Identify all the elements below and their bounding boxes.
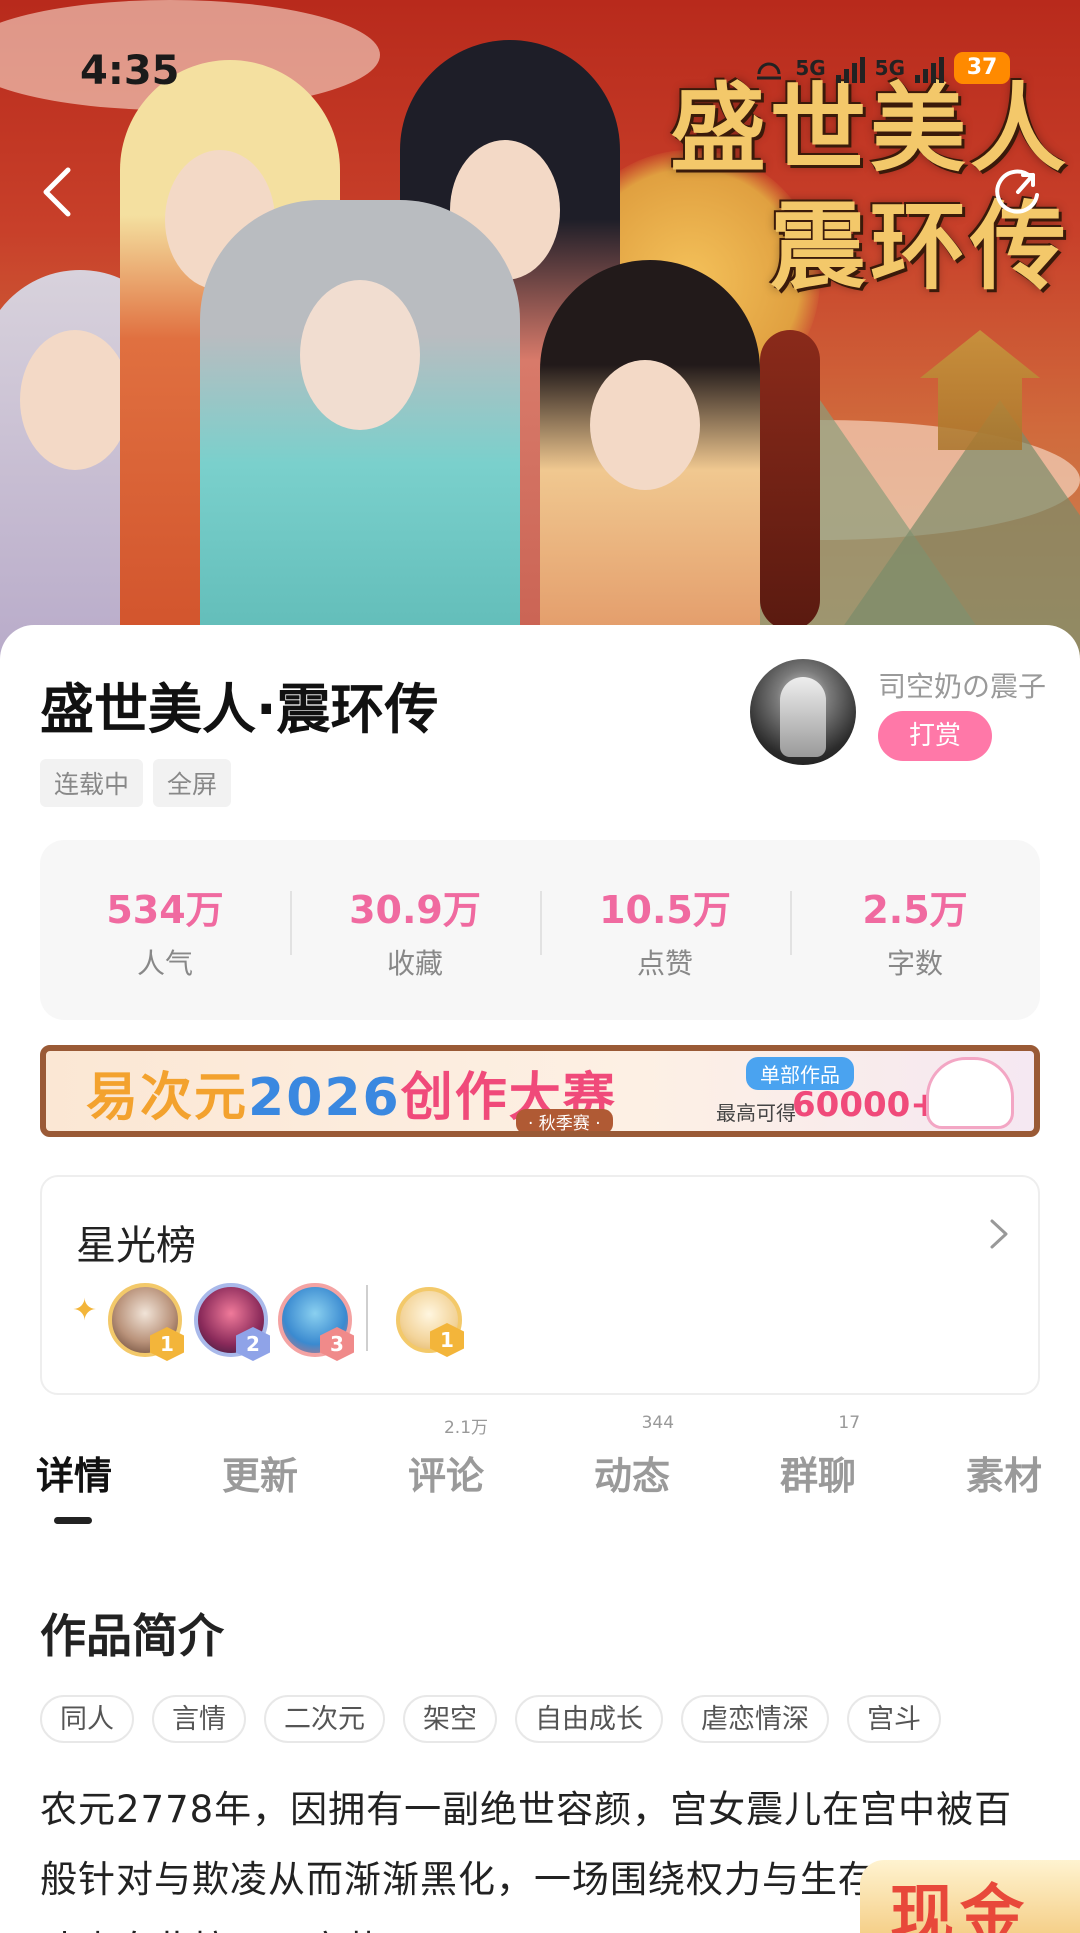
status-tag: 连载中 [40, 759, 144, 807]
cover-pagoda [920, 330, 1040, 450]
stat-label: 人气 [136, 946, 193, 980]
banner-season: · 秋季赛 · [516, 1109, 613, 1131]
tab-materials[interactable]: 素材 [966, 1445, 1042, 1500]
floating-cash-badge[interactable]: 现金 [860, 1860, 1080, 1933]
tab-label: 详情 [36, 1454, 113, 1498]
fullscreen-tag: 全屏 [153, 759, 232, 807]
fan-avatar[interactable]: 1 [108, 1283, 184, 1361]
stat-label: 收藏 [386, 946, 443, 980]
banner-year: 2026 [248, 1068, 401, 1128]
banner-brand: 易次元 [86, 1068, 249, 1128]
cover-image: 盛世美人 震环传 [0, 0, 1080, 660]
floating-badge-label: 现金 [890, 1879, 1030, 1933]
cover-pipa [760, 330, 820, 630]
battery-icon: 37 [954, 52, 1010, 84]
back-button[interactable] [26, 160, 90, 224]
stat-value: 534万 [106, 887, 224, 932]
tab-comments[interactable]: 评论 2.1万 [408, 1418, 488, 1500]
fan-avatar[interactable]: 2 [194, 1283, 270, 1361]
stat-word-count: 2.5万 字数 [790, 879, 1040, 982]
intro-title: 作品简介 [40, 1609, 224, 1663]
banner-prize: 60000+ [792, 1085, 939, 1125]
genre-tag[interactable]: 自由成长 [515, 1695, 663, 1743]
tab-updates[interactable]: 更新 [222, 1445, 298, 1500]
genre-tag[interactable]: 架空 [403, 1695, 497, 1743]
genre-tag[interactable]: 言情 [152, 1695, 246, 1743]
reward-button[interactable]: 打赏 [878, 711, 992, 761]
genre-tag[interactable]: 虐恋情深 [681, 1695, 829, 1743]
active-tab-indicator [54, 1517, 92, 1524]
alarm-icon [757, 62, 782, 80]
stats-panel: 534万 人气 30.9万 收藏 10.5万 点赞 2.5万 字数 [40, 840, 1040, 1020]
contest-banner[interactable]: 易次元2026创作大赛 · 秋季赛 · 单部作品 最高可得 60000+ [40, 1045, 1040, 1137]
stat-favorites: 30.9万 收藏 [290, 879, 540, 982]
tab-label: 更新 [222, 1454, 299, 1498]
tab-count: 344 [641, 1413, 675, 1433]
genre-tag[interactable]: 二次元 [264, 1695, 385, 1743]
tab-label: 评论 [408, 1454, 485, 1498]
tab-group-chat[interactable]: 群聊 17 [780, 1413, 860, 1500]
tab-count: 17 [838, 1413, 861, 1433]
tab-details[interactable]: 详情 [36, 1445, 112, 1500]
stat-label: 点赞 [636, 946, 693, 980]
tab-label: 群聊 [780, 1454, 857, 1498]
author-avatar[interactable] [750, 659, 856, 765]
divider [366, 1285, 368, 1351]
chevron-left-icon [43, 167, 71, 217]
status-icons: 5G 5G 37 [753, 52, 1010, 84]
share-icon [995, 169, 1039, 214]
network-type-2: 5G [874, 56, 905, 80]
star-ranking-card[interactable]: 星光榜 ✦ 1 2 3 1 [40, 1175, 1040, 1395]
cover-face [300, 280, 420, 430]
status-time: 4:35 [80, 48, 180, 94]
work-status-tags: 连载中 全屏 [40, 759, 232, 807]
signal-icon [915, 53, 944, 83]
cover-face [20, 330, 130, 470]
tab-label: 动态 [594, 1454, 671, 1498]
cover-figure [200, 200, 520, 660]
rank-medal: 1 [430, 1323, 464, 1357]
rank-medal: 2 [236, 1327, 270, 1361]
stat-likes: 10.5万 点赞 [540, 879, 790, 982]
cover-face [590, 360, 700, 490]
genre-tags: 同人 言情 二次元 架空 自由成长 虐恋情深 宫斗 [40, 1695, 941, 1743]
fan-avatar[interactable]: 1 [396, 1287, 464, 1357]
stat-value: 10.5万 [599, 887, 731, 932]
signal-icon [835, 53, 865, 83]
sparkle-icon: ✦ [72, 1293, 98, 1328]
network-type-1: 5G [795, 56, 826, 80]
detail-tabs: 详情 更新 评论 2.1万 动态 344 群聊 17 素材 [0, 1413, 1080, 1545]
fan-avatar[interactable]: 3 [278, 1283, 354, 1361]
work-title: 盛世美人·震环传 [40, 678, 439, 741]
tab-count: 2.1万 [443, 1418, 489, 1438]
stat-popularity: 534万 人气 [40, 879, 290, 982]
ranking-title: 星光榜 [76, 1223, 196, 1269]
rank-medal: 1 [150, 1327, 184, 1361]
chevron-right-icon[interactable] [988, 1217, 1010, 1255]
banner-max-label: 最高可得 [716, 1101, 796, 1125]
stat-value: 2.5万 [862, 887, 968, 932]
stat-value: 30.9万 [349, 887, 481, 932]
genre-tag[interactable]: 同人 [40, 1695, 134, 1743]
tab-activity[interactable]: 动态 344 [594, 1413, 674, 1500]
share-button[interactable] [986, 160, 1050, 224]
work-detail-card: 盛世美人·震环传 连载中 全屏 司空奶の震子 打赏 534万 人气 30.9万 … [0, 625, 1080, 1933]
genre-tag[interactable]: 宫斗 [847, 1695, 941, 1743]
tab-label: 素材 [966, 1454, 1043, 1498]
author-name[interactable]: 司空奶の震子 [878, 665, 1046, 705]
stat-label: 字数 [886, 946, 943, 980]
rank-medal: 3 [320, 1327, 354, 1361]
mascot-icon [926, 1057, 1014, 1129]
